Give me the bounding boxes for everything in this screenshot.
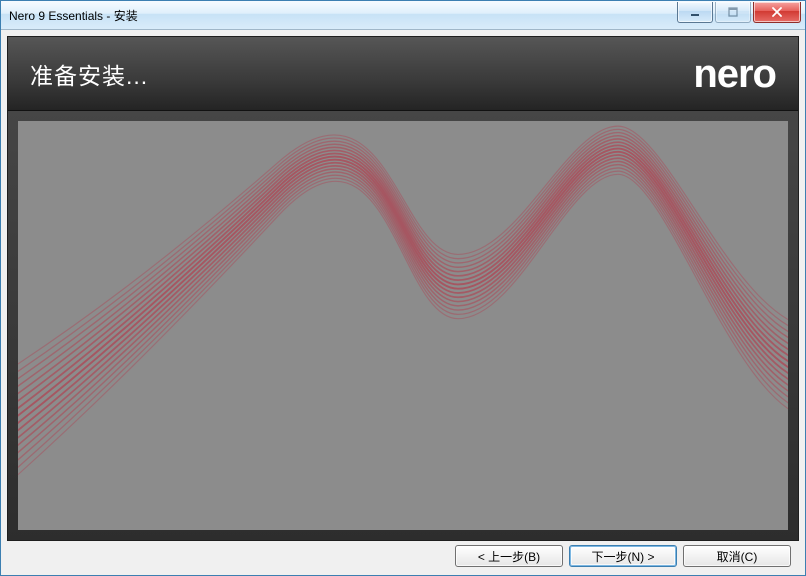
close-button[interactable] — [753, 2, 801, 23]
page-title: 准备安装... — [30, 57, 148, 91]
installer-panel: 准备安装... nero — [7, 36, 799, 541]
next-button[interactable]: 下一步(N) > — [569, 545, 677, 567]
nero-logo: nero — [693, 54, 776, 94]
titlebar[interactable]: Nero 9 Essentials - 安装 — [1, 1, 805, 30]
panel-header: 准备安装... nero — [8, 37, 798, 111]
minimize-button[interactable] — [677, 2, 713, 23]
client-area: 准备安装... nero < 上一步(B) 下一步(N) > 取消(C) — [1, 30, 805, 575]
maximize-button — [715, 2, 751, 23]
window-controls — [675, 1, 801, 23]
panel-body — [18, 121, 788, 530]
back-button[interactable]: < 上一步(B) — [455, 545, 563, 567]
wave-artwork — [18, 121, 788, 530]
window-title: Nero 9 Essentials - 安装 — [9, 7, 138, 24]
footer: < 上一步(B) 下一步(N) > 取消(C) — [7, 541, 799, 571]
installer-window: Nero 9 Essentials - 安装 准备安装... nero — [0, 0, 806, 576]
cancel-button[interactable]: 取消(C) — [683, 545, 791, 567]
